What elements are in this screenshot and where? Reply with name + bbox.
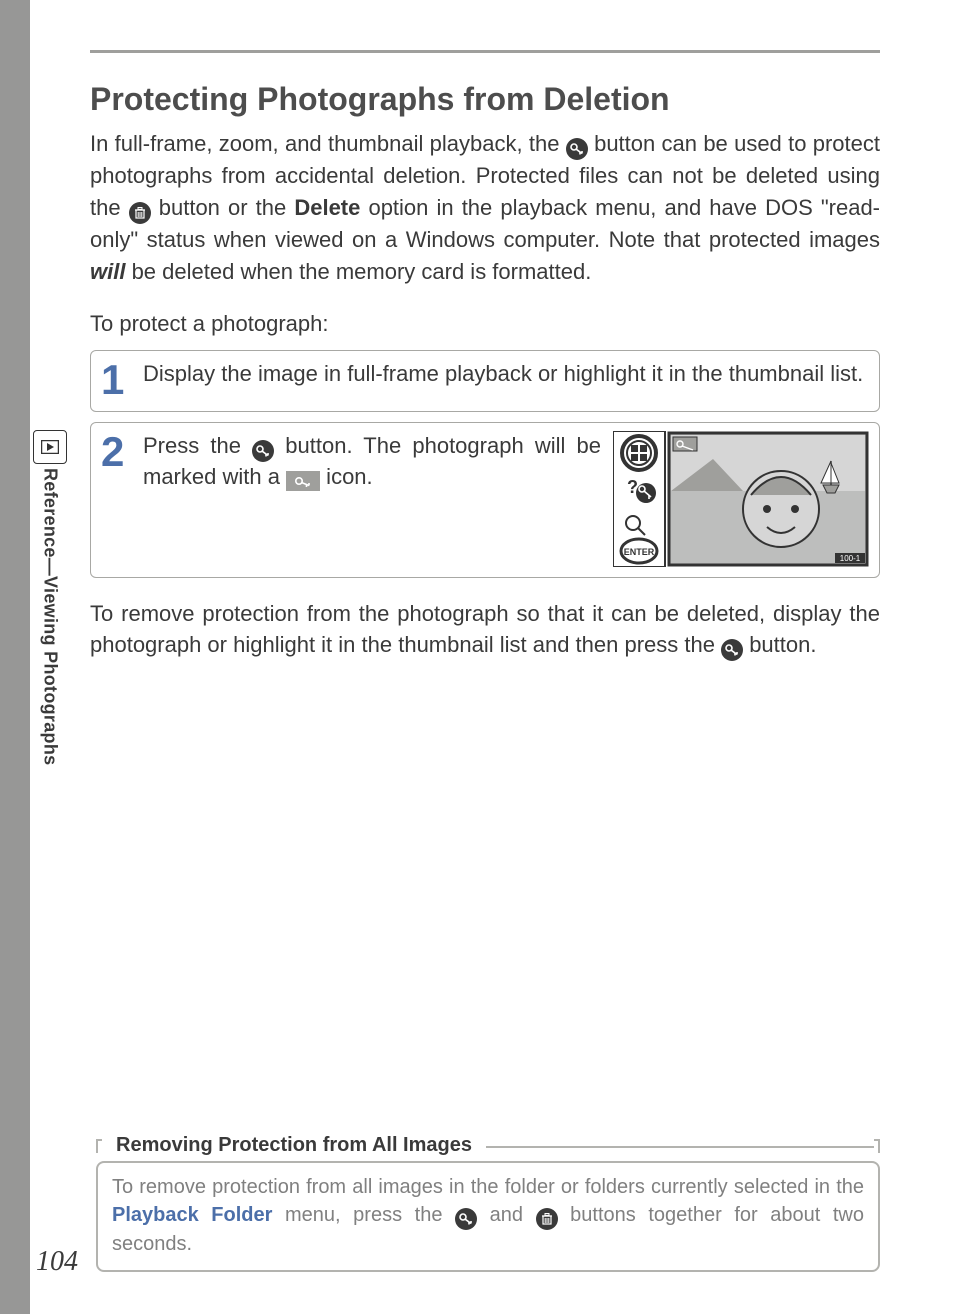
post-seg2: button.: [743, 632, 816, 657]
footer-note-area: Removing Protection from All Images To r…: [96, 1156, 880, 1272]
side-tab: Reference—Viewing Photographs: [30, 430, 70, 950]
playback-icon: [33, 430, 67, 464]
post-paragraph: To remove protection from the photograph…: [90, 598, 880, 662]
step-2-text: Press the button. The photograph will be…: [143, 431, 601, 493]
protect-icon: [721, 639, 743, 661]
page-number: 104: [36, 1246, 78, 1278]
image-id-label: 100-1: [840, 554, 861, 563]
playback-folder-word: Playback Folder: [112, 1204, 272, 1226]
section-rule: [90, 50, 880, 53]
step-1-text: Display the image in full-frame playback…: [143, 359, 869, 390]
step-2-illustration: ? ENTER: [613, 431, 869, 567]
step2-c: icon.: [320, 464, 373, 489]
note-seg2: menu, press the: [272, 1204, 455, 1226]
protect-icon: [455, 1208, 477, 1230]
delete-word: Delete: [294, 195, 360, 220]
intro-seg1: In full-frame, zoom, and thumbnail playb…: [90, 131, 566, 156]
page-title: Protecting Photographs from Deletion: [90, 81, 880, 118]
trash-icon: [536, 1208, 558, 1230]
page-spine: [0, 0, 30, 1314]
note-title: Removing Protection from All Images: [108, 1134, 480, 1157]
step-1-number: 1: [101, 359, 129, 401]
note-seg1: To remove protection from all images in …: [112, 1176, 864, 1198]
trash-icon: [129, 202, 151, 224]
protect-icon: [252, 440, 274, 462]
lead-line: To protect a photograph:: [90, 308, 880, 340]
side-section-label: Reference—Viewing Photographs: [40, 468, 61, 765]
will-word: will: [90, 259, 125, 284]
step-1: 1 Display the image in full-frame playba…: [90, 350, 880, 412]
intro-paragraph: In full-frame, zoom, and thumbnail playb…: [90, 128, 880, 288]
svg-text:ENTER: ENTER: [624, 547, 655, 557]
note-box: To remove protection from all images in …: [96, 1161, 880, 1272]
note-body: To remove protection from all images in …: [112, 1173, 864, 1258]
key-badge-icon: [286, 471, 320, 491]
main-content: Protecting Photographs from Deletion In …: [90, 50, 880, 661]
intro-seg3: button or the: [151, 195, 295, 220]
step2-a: Press the: [143, 433, 252, 458]
step-2: 2 Press the button. The photograph will …: [90, 422, 880, 578]
note-seg3: and: [477, 1204, 536, 1226]
intro-seg5: be deleted when the memory card is forma…: [125, 259, 591, 284]
step-2-number: 2: [101, 431, 129, 473]
protect-icon: [566, 138, 588, 160]
